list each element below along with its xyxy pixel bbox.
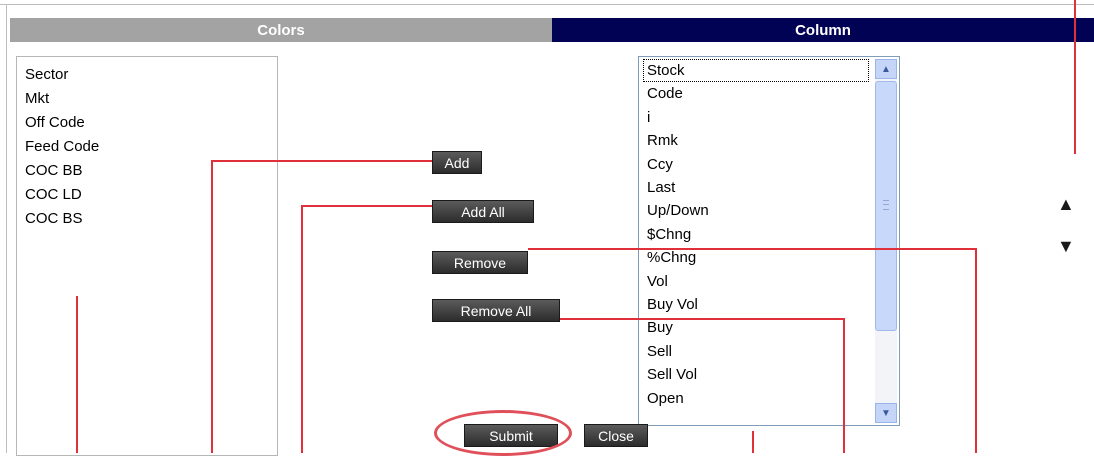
callout-line	[752, 431, 754, 453]
add-all-button[interactable]: Add All	[432, 200, 534, 223]
move-down-icon[interactable]: ▼	[1057, 236, 1075, 257]
list-item[interactable]: COC LD	[25, 183, 277, 207]
callout-line	[301, 205, 432, 207]
callout-line	[1074, 0, 1076, 154]
selected-columns-list[interactable]: Stock Code i Rmk Ccy Last Up/Down $Chng …	[638, 56, 900, 426]
list-item[interactable]: COC BB	[25, 159, 277, 183]
vertical-scrollbar[interactable]: ▲ ▼	[875, 59, 897, 423]
list-item[interactable]: i	[643, 106, 869, 129]
list-item[interactable]: Open	[643, 387, 869, 410]
tab-colors[interactable]: Colors	[10, 18, 552, 42]
list-item[interactable]: Code	[643, 82, 869, 105]
list-item[interactable]: Sell	[643, 340, 869, 363]
close-button[interactable]: Close	[584, 424, 648, 447]
list-item[interactable]: Rmk	[643, 129, 869, 152]
callout-line	[211, 160, 432, 162]
list-item[interactable]: COC BS	[25, 207, 277, 231]
list-item[interactable]: Last	[643, 176, 869, 199]
list-item[interactable]: Buy Vol	[643, 293, 869, 316]
list-item[interactable]: Feed Code	[25, 135, 277, 159]
available-columns-list[interactable]: Sector Mkt Off Code Feed Code COC BB COC…	[16, 56, 278, 456]
list-item[interactable]: Up/Down	[643, 199, 869, 222]
callout-line	[301, 206, 303, 453]
list-item[interactable]: Off Code	[25, 111, 277, 135]
move-up-icon[interactable]: ▲	[1057, 194, 1075, 215]
remove-all-button[interactable]: Remove All	[432, 299, 560, 322]
callout-line	[76, 296, 78, 453]
callout-line	[528, 248, 977, 250]
callout-line	[211, 161, 213, 453]
list-item[interactable]: Vol	[643, 270, 869, 293]
add-button[interactable]: Add	[432, 151, 482, 174]
submit-highlight-circle	[434, 410, 572, 456]
callout-line	[975, 248, 977, 453]
list-item[interactable]: Ccy	[643, 153, 869, 176]
list-item[interactable]: Stock	[643, 59, 869, 83]
dialog-top-border	[0, 4, 1094, 5]
list-item[interactable]: Mkt	[25, 87, 277, 111]
list-item[interactable]: Sector	[25, 63, 277, 87]
grip-icon	[883, 200, 889, 210]
dialog-left-border	[6, 4, 7, 453]
tab-column[interactable]: Column	[552, 18, 1094, 42]
callout-line	[843, 318, 845, 453]
callout-line	[560, 318, 845, 320]
remove-button[interactable]: Remove	[432, 251, 528, 274]
scroll-thumb[interactable]	[875, 81, 897, 331]
scroll-up-icon[interactable]: ▲	[875, 59, 897, 79]
list-item[interactable]: $Chng	[643, 223, 869, 246]
list-item[interactable]: Sell Vol	[643, 363, 869, 386]
scroll-down-icon[interactable]: ▼	[875, 403, 897, 423]
